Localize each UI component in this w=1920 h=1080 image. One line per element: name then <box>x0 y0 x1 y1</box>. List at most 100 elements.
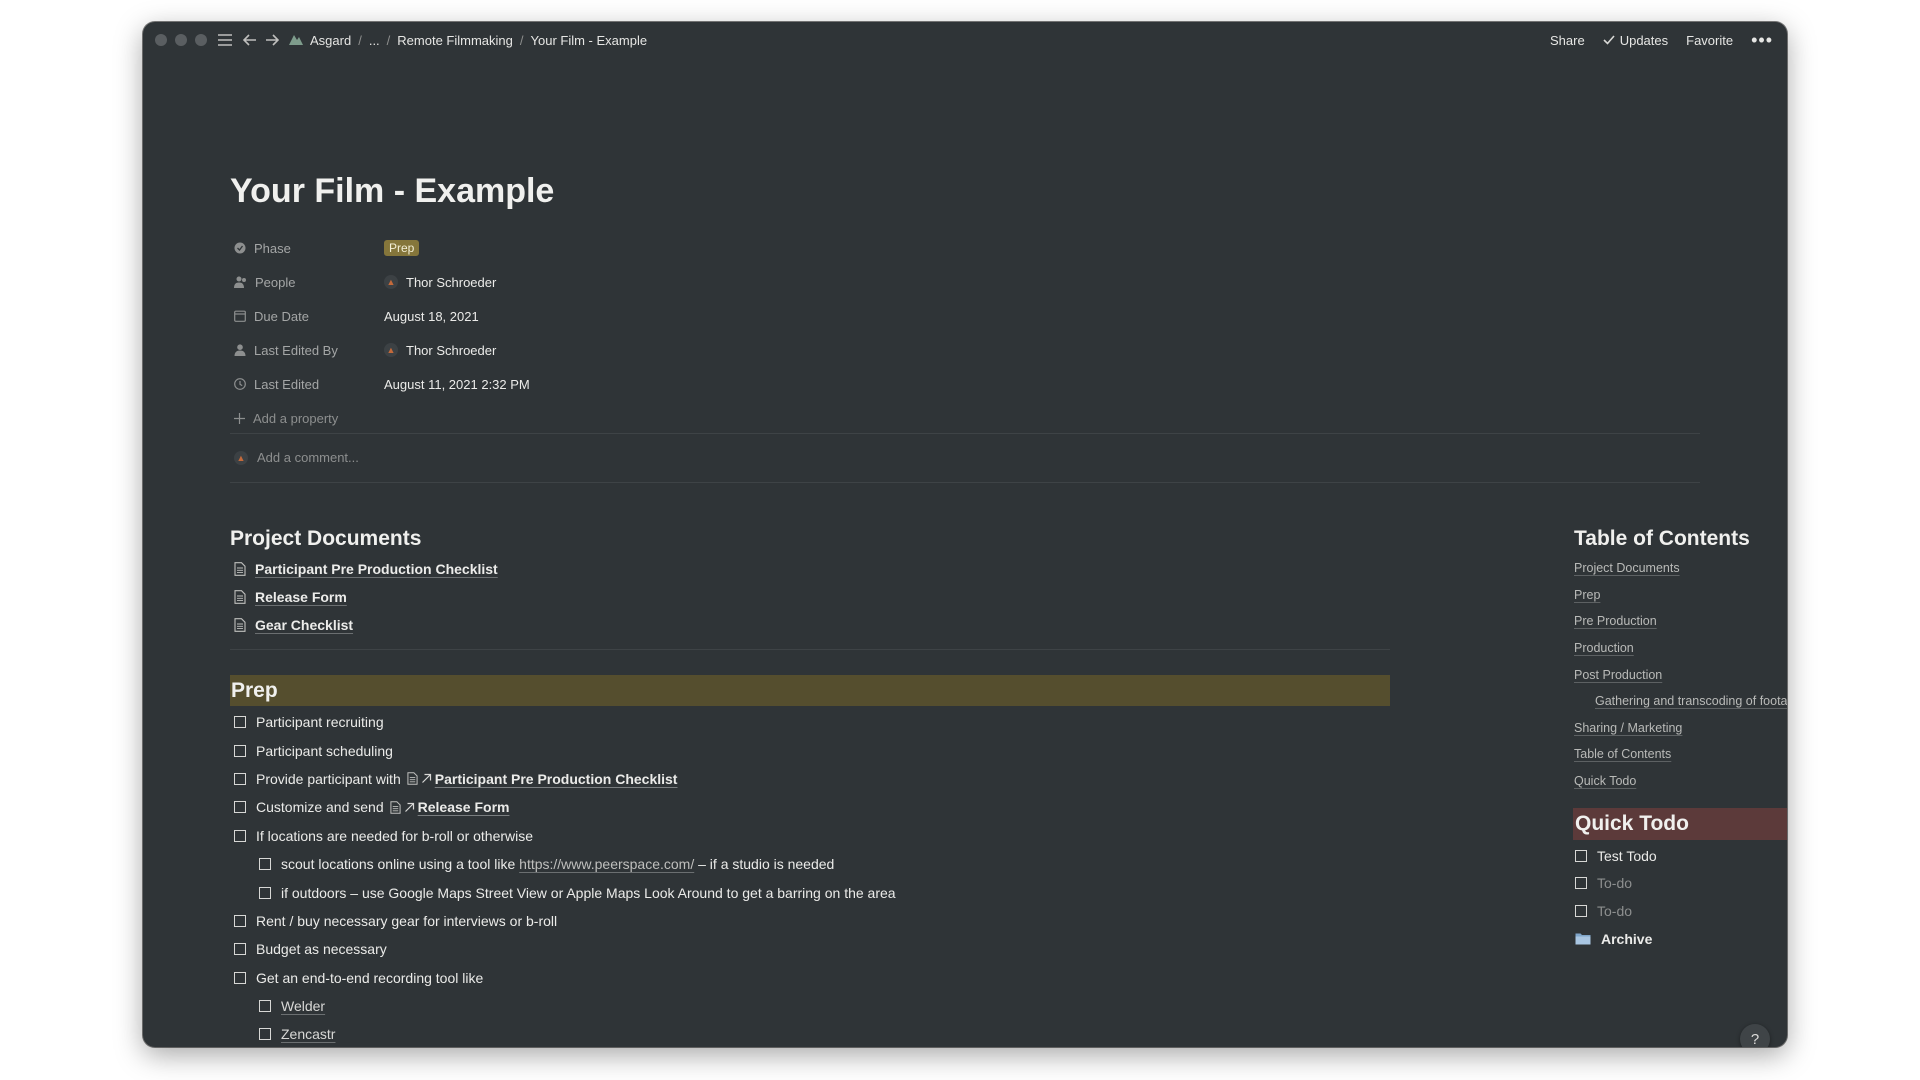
todo-item: Rent / buy necessary gear for interviews… <box>230 907 1390 935</box>
todo-text[interactable]: Participant scheduling <box>256 743 393 759</box>
toc-item[interactable]: Pre Production <box>1574 608 1787 635</box>
todo-checkbox[interactable] <box>234 829 246 842</box>
todo-text[interactable]: Participant recruiting <box>256 714 384 730</box>
minimize-window-button[interactable] <box>175 34 187 46</box>
todo-checkbox[interactable] <box>259 858 271 871</box>
project-documents-heading: Project Documents <box>230 527 422 550</box>
document-title[interactable]: Gear Checklist <box>255 617 353 633</box>
property-name-label: People <box>255 274 296 290</box>
forward-arrow-icon[interactable] <box>265 34 279 46</box>
phase-tag[interactable]: Prep <box>384 240 420 256</box>
todo-placeholder[interactable]: To-do <box>1597 875 1632 891</box>
todo-checkbox[interactable] <box>234 744 246 757</box>
person-name[interactable]: Thor Schroeder <box>406 343 496 358</box>
todo-checkbox[interactable] <box>234 801 246 814</box>
toc-item[interactable]: Quick Todo <box>1574 768 1787 795</box>
help-button[interactable]: ? <box>1740 1024 1770 1047</box>
todo-text[interactable]: Budget as necessary <box>256 941 387 957</box>
todo-checkbox[interactable] <box>1575 877 1587 890</box>
todo-checkbox[interactable] <box>1575 904 1587 917</box>
property-value[interactable]: ▲ Thor Schroeder <box>384 343 496 358</box>
todo-checkbox[interactable] <box>259 886 271 899</box>
document-link[interactable]: Release Form <box>230 583 1390 611</box>
sidebar-toggle-icon[interactable] <box>217 33 233 47</box>
toc-item[interactable]: Gathering and transcoding of footage an.… <box>1574 688 1787 715</box>
breadcrumb-current[interactable]: Your Film - Example <box>531 33 648 48</box>
property-value[interactable]: August 18, 2021 <box>384 309 479 324</box>
property-value[interactable]: August 11, 2021 2:32 PM <box>384 377 530 392</box>
todo-checkbox[interactable] <box>259 1000 271 1013</box>
toc-item[interactable]: Post Production <box>1574 661 1787 688</box>
back-arrow-icon[interactable] <box>243 34 257 46</box>
todo-text[interactable]: scout locations online using a tool like… <box>281 856 834 872</box>
prep-todo-list: Participant recruiting Participant sched… <box>230 708 1390 1047</box>
divider <box>230 482 1700 483</box>
page-mention-link[interactable]: Release Form <box>390 799 510 816</box>
document-title[interactable]: Participant Pre Production Checklist <box>255 561 498 577</box>
breadcrumb-workspace[interactable]: Asgard <box>310 33 351 48</box>
page-title[interactable]: Your Film - Example <box>230 172 554 211</box>
link-arrow-icon <box>404 802 414 812</box>
more-options-icon[interactable]: ••• <box>1751 30 1773 51</box>
quick-todo-heading-block[interactable]: Quick Todo <box>1573 808 1787 840</box>
last-edited-value[interactable]: August 11, 2021 2:32 PM <box>384 377 530 392</box>
welder-link[interactable]: Welder <box>281 998 325 1014</box>
document-title[interactable]: Release Form <box>255 589 347 605</box>
toc-item[interactable]: Prep <box>1574 582 1787 609</box>
updates-label: Updates <box>1619 32 1669 48</box>
todo-checkbox[interactable] <box>234 716 246 729</box>
todo-checkbox[interactable] <box>234 971 246 984</box>
toc-item[interactable]: Table of Contents <box>1574 741 1787 768</box>
page-mention-link[interactable]: Participant Pre Production Checklist <box>407 771 677 787</box>
zencastr-link[interactable]: Zencastr <box>281 1026 335 1042</box>
comment-input[interactable]: ▲ Add a comment... <box>234 450 359 465</box>
prep-heading-block[interactable]: Prep <box>230 675 1390 706</box>
property-last-edited-by[interactable]: Last Edited By ▲ Thor Schroeder <box>230 333 1030 367</box>
toc-item[interactable]: Sharing / Marketing <box>1574 715 1787 742</box>
todo-placeholder[interactable]: To-do <box>1597 903 1632 919</box>
divider <box>230 649 1390 650</box>
zoom-window-button[interactable] <box>195 34 207 46</box>
add-property-button[interactable]: Add a property <box>230 401 1030 435</box>
document-link[interactable]: Gear Checklist <box>230 611 1390 639</box>
people-icon <box>234 276 246 288</box>
toc-item[interactable]: Production <box>1574 635 1787 662</box>
todo-text[interactable]: Customize and send <box>256 799 384 815</box>
todo-text[interactable]: Provide participant with <box>256 771 401 787</box>
favorite-button[interactable]: Favorite <box>1686 33 1733 48</box>
todo-checkbox[interactable] <box>234 772 246 785</box>
person-name[interactable]: Thor Schroeder <box>406 275 496 290</box>
property-value[interactable]: ▲ Thor Schroeder <box>384 275 496 290</box>
clock-icon <box>234 378 246 390</box>
property-phase[interactable]: Phase Prep <box>230 231 1030 265</box>
todo-checkbox[interactable] <box>234 914 246 927</box>
property-name: Due Date <box>230 309 384 324</box>
share-button[interactable]: Share <box>1550 33 1585 48</box>
todo-item: Participant recruiting <box>230 708 1390 736</box>
todo-checkbox[interactable] <box>1575 849 1587 862</box>
property-value[interactable]: Prep <box>384 240 420 256</box>
peerspace-link[interactable]: https://www.peerspace.com/ <box>519 856 694 872</box>
archive-link[interactable]: Archive <box>1575 925 1787 953</box>
property-people[interactable]: People ▲ Thor Schroeder <box>230 265 1030 299</box>
property-name-label: Due Date <box>254 308 309 324</box>
property-last-edited[interactable]: Last Edited August 11, 2021 2:32 PM <box>230 367 1030 401</box>
folder-icon <box>1575 933 1591 945</box>
todo-text[interactable]: if outdoors – use Google Maps Street Vie… <box>281 885 896 901</box>
mention-title: Release Form <box>417 799 510 816</box>
breadcrumb-ellipsis[interactable]: ... <box>369 33 380 48</box>
updates-button[interactable]: Updates <box>1603 33 1668 48</box>
toc-item-label: Sharing / Marketing <box>1574 720 1683 735</box>
document-link[interactable]: Participant Pre Production Checklist <box>230 555 1390 583</box>
breadcrumb-parent[interactable]: Remote Filmmaking <box>397 33 513 48</box>
todo-text[interactable]: Rent / buy necessary gear for interviews… <box>256 913 557 929</box>
todo-text[interactable]: Test Todo <box>1597 848 1657 864</box>
todo-text[interactable]: If locations are needed for b-roll or ot… <box>256 828 533 844</box>
due-date-value[interactable]: August 18, 2021 <box>384 309 479 324</box>
close-window-button[interactable] <box>155 34 167 46</box>
toc-item[interactable]: Project Documents <box>1574 555 1787 582</box>
todo-checkbox[interactable] <box>259 1028 271 1041</box>
todo-text[interactable]: Get an end-to-end recording tool like <box>256 970 483 986</box>
property-due-date[interactable]: Due Date August 18, 2021 <box>230 299 1030 333</box>
todo-checkbox[interactable] <box>234 943 246 956</box>
